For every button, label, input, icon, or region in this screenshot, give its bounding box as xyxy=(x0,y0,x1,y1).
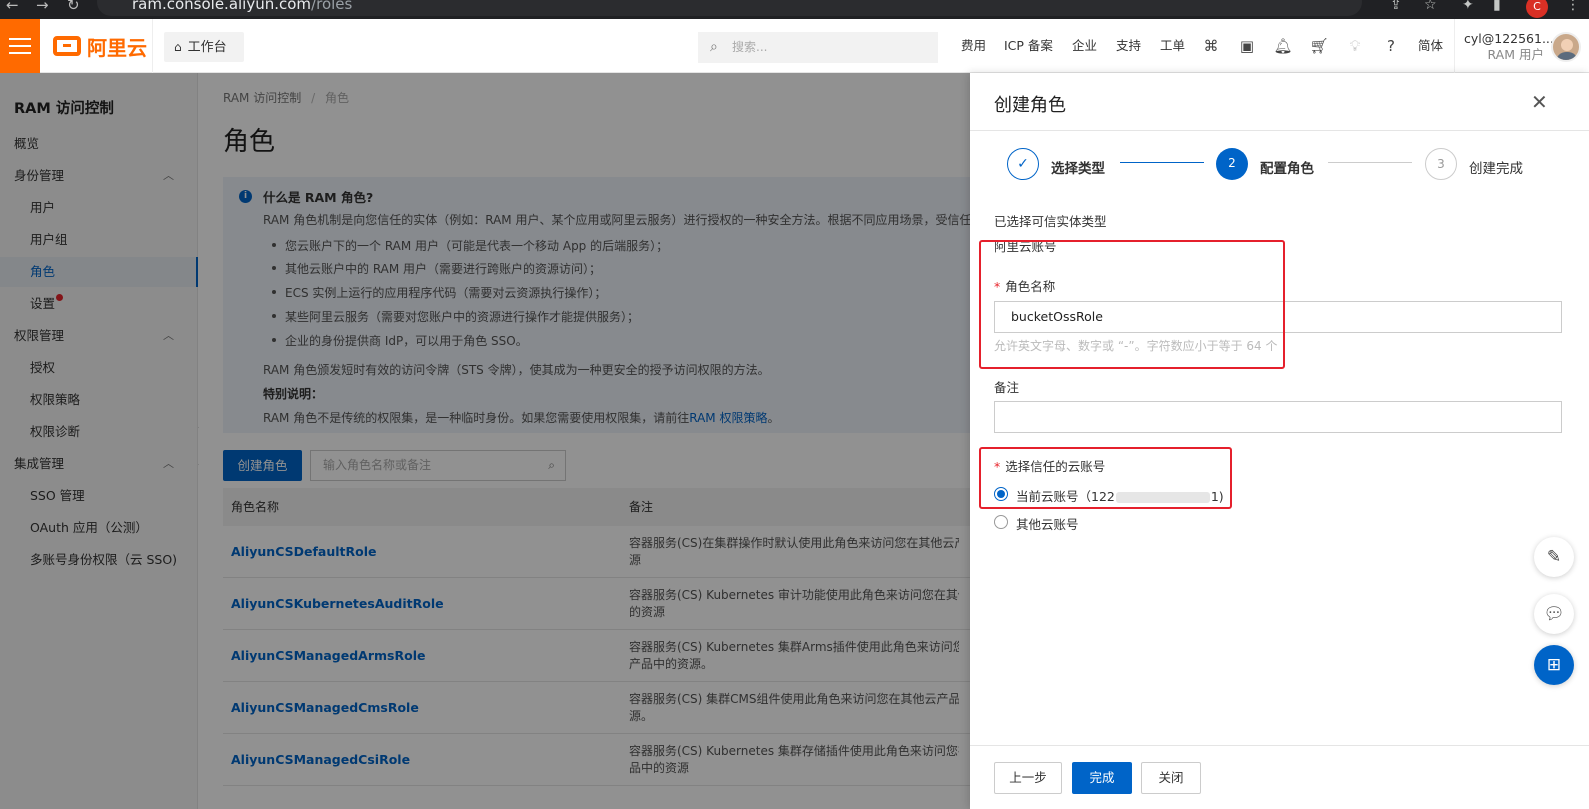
code-icon[interactable]: ⌘ xyxy=(1201,36,1221,56)
search-placeholder: 搜索... xyxy=(732,40,768,54)
nav-icp[interactable]: ICP 备案 xyxy=(1004,19,1053,73)
apps-button[interactable]: ⊞ xyxy=(1534,645,1574,685)
aliyun-logo[interactable]: 阿里云 xyxy=(53,33,147,60)
logo-text: 阿里云 xyxy=(87,35,147,60)
share-icon[interactable]: ⇪ xyxy=(1390,0,1402,13)
chat-icon: 💬︎ xyxy=(1543,604,1565,624)
bell-icon[interactable]: 🔔︎ xyxy=(1273,36,1293,56)
step-label: 选择类型 xyxy=(1051,161,1105,177)
reload-icon[interactable]: ↻ xyxy=(67,0,80,14)
step-number: 2 xyxy=(1216,148,1248,180)
finish-button[interactable]: 完成 xyxy=(1072,762,1132,794)
lightbulb-icon[interactable]: 💡︎ xyxy=(1345,36,1365,56)
cart-icon[interactable]: 🛒︎ xyxy=(1309,36,1329,56)
entity-type-label: 已选择可信实体类型 xyxy=(994,214,1107,229)
drawer-footer: 上一步 完成 关闭 xyxy=(970,745,1589,809)
workbench-button[interactable]: ⌂ 工作台 xyxy=(164,32,244,62)
prev-step-button[interactable]: 上一步 xyxy=(994,762,1062,794)
edit-icon: ✎ xyxy=(1546,547,1562,567)
workbench-label: 工作台 xyxy=(187,40,227,55)
chat-button[interactable]: 💬︎ xyxy=(1534,594,1574,634)
step-label: 配置角色 xyxy=(1260,161,1314,177)
highlight-box-trust-account xyxy=(979,447,1232,509)
step-done-check-icon: ✓ xyxy=(1007,148,1039,180)
divider xyxy=(152,19,153,73)
drawer-title: 创建角色 xyxy=(994,95,1066,116)
nav-ticket[interactable]: 工单 xyxy=(1160,19,1185,73)
remark-label: 备注 xyxy=(994,380,1020,395)
close-button[interactable]: 关闭 xyxy=(1141,762,1201,794)
user-avatar[interactable] xyxy=(1551,32,1581,62)
divider xyxy=(970,130,1589,131)
drawer-backdrop[interactable] xyxy=(0,73,970,809)
star-icon[interactable]: ☆ xyxy=(1424,0,1437,13)
help-icon[interactable]: ? xyxy=(1381,36,1401,56)
search-icon: ⌕ xyxy=(710,39,718,55)
browser-toolbar: ← → ↻ ram.console.aliyun.com/roles ⇪ ☆ ✦… xyxy=(0,0,1589,19)
create-role-drawer: 创建角色 ✕ ✓ 选择类型 2 配置角色 3 创建完成 已选择可信实体类型 阿里… xyxy=(970,73,1589,809)
close-icon[interactable]: ✕ xyxy=(1531,90,1548,114)
global-search-input[interactable]: ⌕ 搜索... xyxy=(698,32,938,63)
back-icon[interactable]: ← xyxy=(6,0,19,14)
nav-support[interactable]: 支持 xyxy=(1116,19,1141,73)
home-icon: ⌂ xyxy=(174,40,182,54)
console-topbar: 阿里云 ⌂ 工作台 ⌕ 搜索... 费用 ICP 备案 企业 支持 工单 ⌘ ▣ … xyxy=(0,19,1589,73)
highlight-box-role-name xyxy=(979,240,1285,369)
nav-billing[interactable]: 费用 xyxy=(961,19,986,73)
aliyun-logo-icon xyxy=(53,36,81,56)
divider xyxy=(1454,19,1455,73)
nav-enterprise[interactable]: 企业 xyxy=(1072,19,1097,73)
url-text[interactable]: ram.console.aliyun.com/roles xyxy=(132,0,352,13)
apps-icon: ⊞ xyxy=(1546,655,1562,675)
step-number: 3 xyxy=(1425,148,1457,180)
step-connector xyxy=(1328,162,1412,163)
user-role: RAM 用户 xyxy=(1487,47,1545,62)
sidepanel-icon[interactable]: ▮ xyxy=(1493,0,1501,13)
forward-icon[interactable]: → xyxy=(36,0,49,14)
remark-input[interactable] xyxy=(994,401,1562,433)
language-switch[interactable]: 简体 xyxy=(1418,19,1443,73)
radio-other-account-label[interactable]: 其他云账号 xyxy=(1016,514,1079,533)
radio-other-account[interactable] xyxy=(994,515,1008,529)
step-connector xyxy=(1120,162,1204,163)
extensions-icon[interactable]: ✦ xyxy=(1462,0,1474,13)
user-info[interactable]: cyl@122561... RAM 用户 xyxy=(1464,31,1554,63)
hamburger-menu-button[interactable] xyxy=(0,19,40,73)
profile-avatar[interactable]: C xyxy=(1526,0,1548,18)
step-label: 创建完成 xyxy=(1469,161,1523,177)
user-name: cyl@122561... xyxy=(1464,31,1554,46)
terminal-icon[interactable]: ▣ xyxy=(1237,36,1257,56)
feedback-edit-button[interactable]: ✎ xyxy=(1534,537,1574,577)
menu-icon[interactable]: ⋮ xyxy=(1566,0,1580,13)
